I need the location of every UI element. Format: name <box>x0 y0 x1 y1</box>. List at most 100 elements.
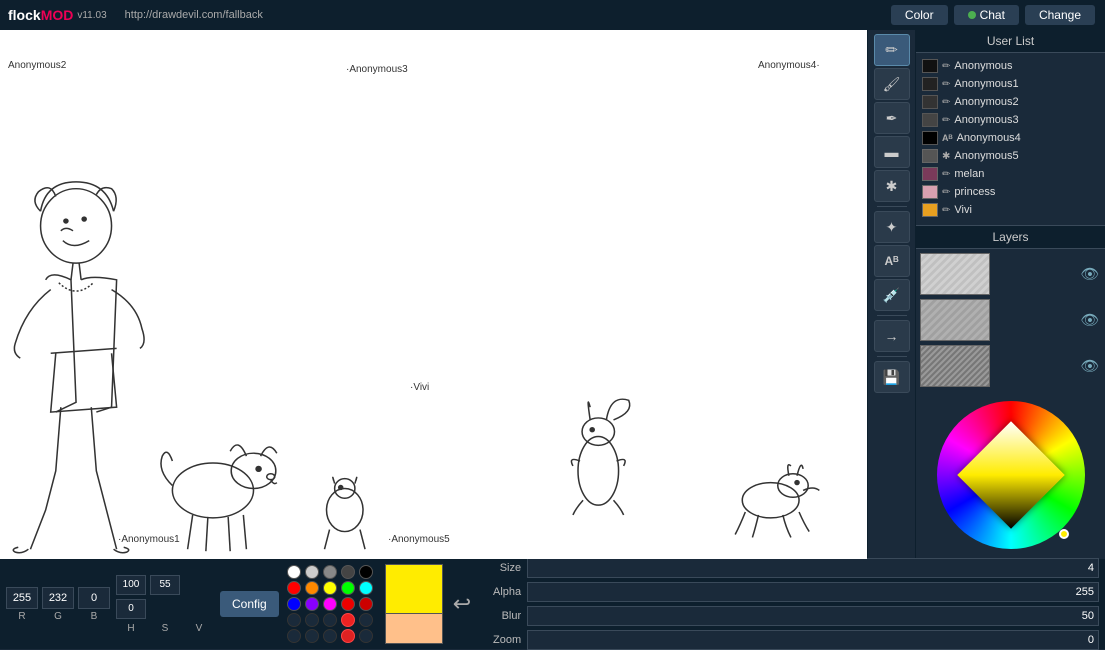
color-dot-empty1[interactable] <box>287 613 301 627</box>
user-item[interactable]: ✏ Anonymous1 <box>916 75 1105 93</box>
user-pencil-icon: ✏ <box>942 169 950 180</box>
transform-arrow[interactable]: ↩ <box>449 587 475 621</box>
pencil-tool[interactable]: ✏ <box>874 34 910 66</box>
eraser-tool[interactable]: ✱ <box>874 170 910 202</box>
user-name-vivi: Vivi <box>954 204 972 216</box>
color-dot-redsel2[interactable] <box>341 629 355 643</box>
layer-eye-3[interactable]: 👁 <box>1079 355 1101 377</box>
canvas[interactable] <box>0 30 867 559</box>
user-name-anonymous5: Anonymous5 <box>954 150 1018 162</box>
b-col: B <box>78 587 110 622</box>
color-wheel-area[interactable] <box>916 391 1105 559</box>
user-list-content: ✏ Anonymous ✏ Anonymous1 ✏ Anonymous2 ✏ … <box>916 53 1105 223</box>
color-wheel[interactable] <box>937 401 1085 549</box>
alpha-input[interactable] <box>527 582 1099 602</box>
color-dot-cyan[interactable] <box>359 581 373 595</box>
spray-tool[interactable]: ✦ <box>874 211 910 243</box>
color-dot-redsel[interactable] <box>341 613 355 627</box>
color-dot-empty2[interactable] <box>305 613 319 627</box>
color-dot-yellow[interactable] <box>323 581 337 595</box>
user-item[interactable]: ✏ Anonymous3 <box>916 111 1105 129</box>
logo: flockMOD v11.03 <box>0 7 115 23</box>
size-input[interactable] <box>527 558 1099 578</box>
v-label: V <box>184 623 214 634</box>
user-item[interactable]: ✏ Vivi <box>916 201 1105 219</box>
layer-eye-2[interactable]: 👁 <box>1079 309 1101 331</box>
b-input[interactable] <box>78 587 110 609</box>
canvas-area[interactable]: Anonymous2 ·Anonymous3 Anonymous4· ·Anon… <box>0 30 867 559</box>
color-button[interactable]: Color <box>891 5 948 25</box>
pen-tool[interactable]: ✒ <box>874 102 910 134</box>
color-dot-purple[interactable] <box>305 597 319 611</box>
layer-item-2[interactable]: 👁 <box>920 299 1101 341</box>
layer-eye-1[interactable]: 👁 <box>1079 263 1101 285</box>
user-name-anonymous1: Anonymous1 <box>954 78 1018 90</box>
logo-text: flockMOD <box>8 7 73 23</box>
color-dot-empty8[interactable] <box>359 629 373 643</box>
r-label: R <box>18 611 25 622</box>
h-input[interactable] <box>116 575 146 595</box>
chat-button[interactable]: Chat <box>954 5 1019 25</box>
move-tool[interactable]: → <box>874 320 910 352</box>
hsv-section: H S V <box>116 575 214 634</box>
user-color-melan <box>922 167 938 181</box>
user-item[interactable]: ✏ princess <box>916 183 1105 201</box>
color-dot-empty3[interactable] <box>323 613 337 627</box>
alpha-label: Alpha <box>481 586 521 598</box>
color-dot-lgray[interactable] <box>305 565 319 579</box>
layer-item-1[interactable]: 👁 <box>920 253 1101 295</box>
topbar: flockMOD v11.03 http://drawdevil.com/fal… <box>0 0 1105 30</box>
color-preview-area <box>385 564 443 644</box>
blur-input[interactable] <box>527 606 1099 626</box>
color-dot-empty6[interactable] <box>305 629 319 643</box>
color-dot-blue[interactable] <box>287 597 301 611</box>
bottom-bar: R G B H S V Config <box>0 559 1105 649</box>
color-dot-dgray[interactable] <box>341 565 355 579</box>
user-name-anonymous3: Anonymous3 <box>954 114 1018 126</box>
color-preview-main[interactable] <box>385 564 443 614</box>
g-input[interactable] <box>42 587 74 609</box>
layers-content: 👁 👁 👁 <box>916 249 1105 391</box>
color-dot-red2[interactable] <box>341 597 355 611</box>
s-input[interactable] <box>150 575 180 595</box>
user-item[interactable]: ✏ Anonymous <box>916 57 1105 75</box>
user-star-icon: ✱ <box>942 151 950 162</box>
color-dot-empty4[interactable] <box>359 613 373 627</box>
color-preview-secondary[interactable] <box>385 614 443 644</box>
color-dot-empty5[interactable] <box>287 629 301 643</box>
brush-tool[interactable]: 🖌 <box>874 68 910 100</box>
change-button[interactable]: Change <box>1025 5 1095 25</box>
user-item[interactable]: ✏ Anonymous2 <box>916 93 1105 111</box>
user-pencil-icon: ✏ <box>942 205 950 216</box>
user-item[interactable]: ✏ melan <box>916 165 1105 183</box>
eyedropper-tool[interactable]: 💉 <box>874 279 910 311</box>
rgb-section: R G B <box>6 587 110 622</box>
color-dot-orange[interactable] <box>305 581 319 595</box>
version-label: v11.03 <box>77 10 106 21</box>
user-name-anonymous4: Anonymous4 <box>957 132 1021 144</box>
user-item[interactable]: Aᴮ Anonymous4 <box>916 129 1105 147</box>
size-row: Size <box>481 558 1099 578</box>
chat-status-dot <box>968 11 976 19</box>
zoom-input[interactable] <box>527 630 1099 650</box>
color-dot-black[interactable] <box>359 565 373 579</box>
user-item[interactable]: ✱ Anonymous5 <box>916 147 1105 165</box>
r-col: R <box>6 587 38 622</box>
color-dot-green[interactable] <box>341 581 355 595</box>
r-input[interactable] <box>6 587 38 609</box>
tool-divider2 <box>877 315 907 316</box>
color-diamond[interactable] <box>957 421 1064 528</box>
color-dot-empty7[interactable] <box>323 629 337 643</box>
color-dot-red3[interactable] <box>359 597 373 611</box>
color-dot-white[interactable] <box>287 565 301 579</box>
config-button[interactable]: Config <box>220 591 279 617</box>
user-name-anonymous: Anonymous <box>954 60 1012 72</box>
layer-item-3[interactable]: 👁 <box>920 345 1101 387</box>
v-input[interactable] <box>116 599 146 619</box>
color-dot-gray[interactable] <box>323 565 337 579</box>
save-tool[interactable]: 💾 <box>874 361 910 393</box>
text-tool[interactable]: Aᴮ <box>874 245 910 277</box>
color-dot-pink[interactable] <box>323 597 337 611</box>
fill-tool[interactable]: ▬ <box>874 136 910 168</box>
color-dot-red[interactable] <box>287 581 301 595</box>
